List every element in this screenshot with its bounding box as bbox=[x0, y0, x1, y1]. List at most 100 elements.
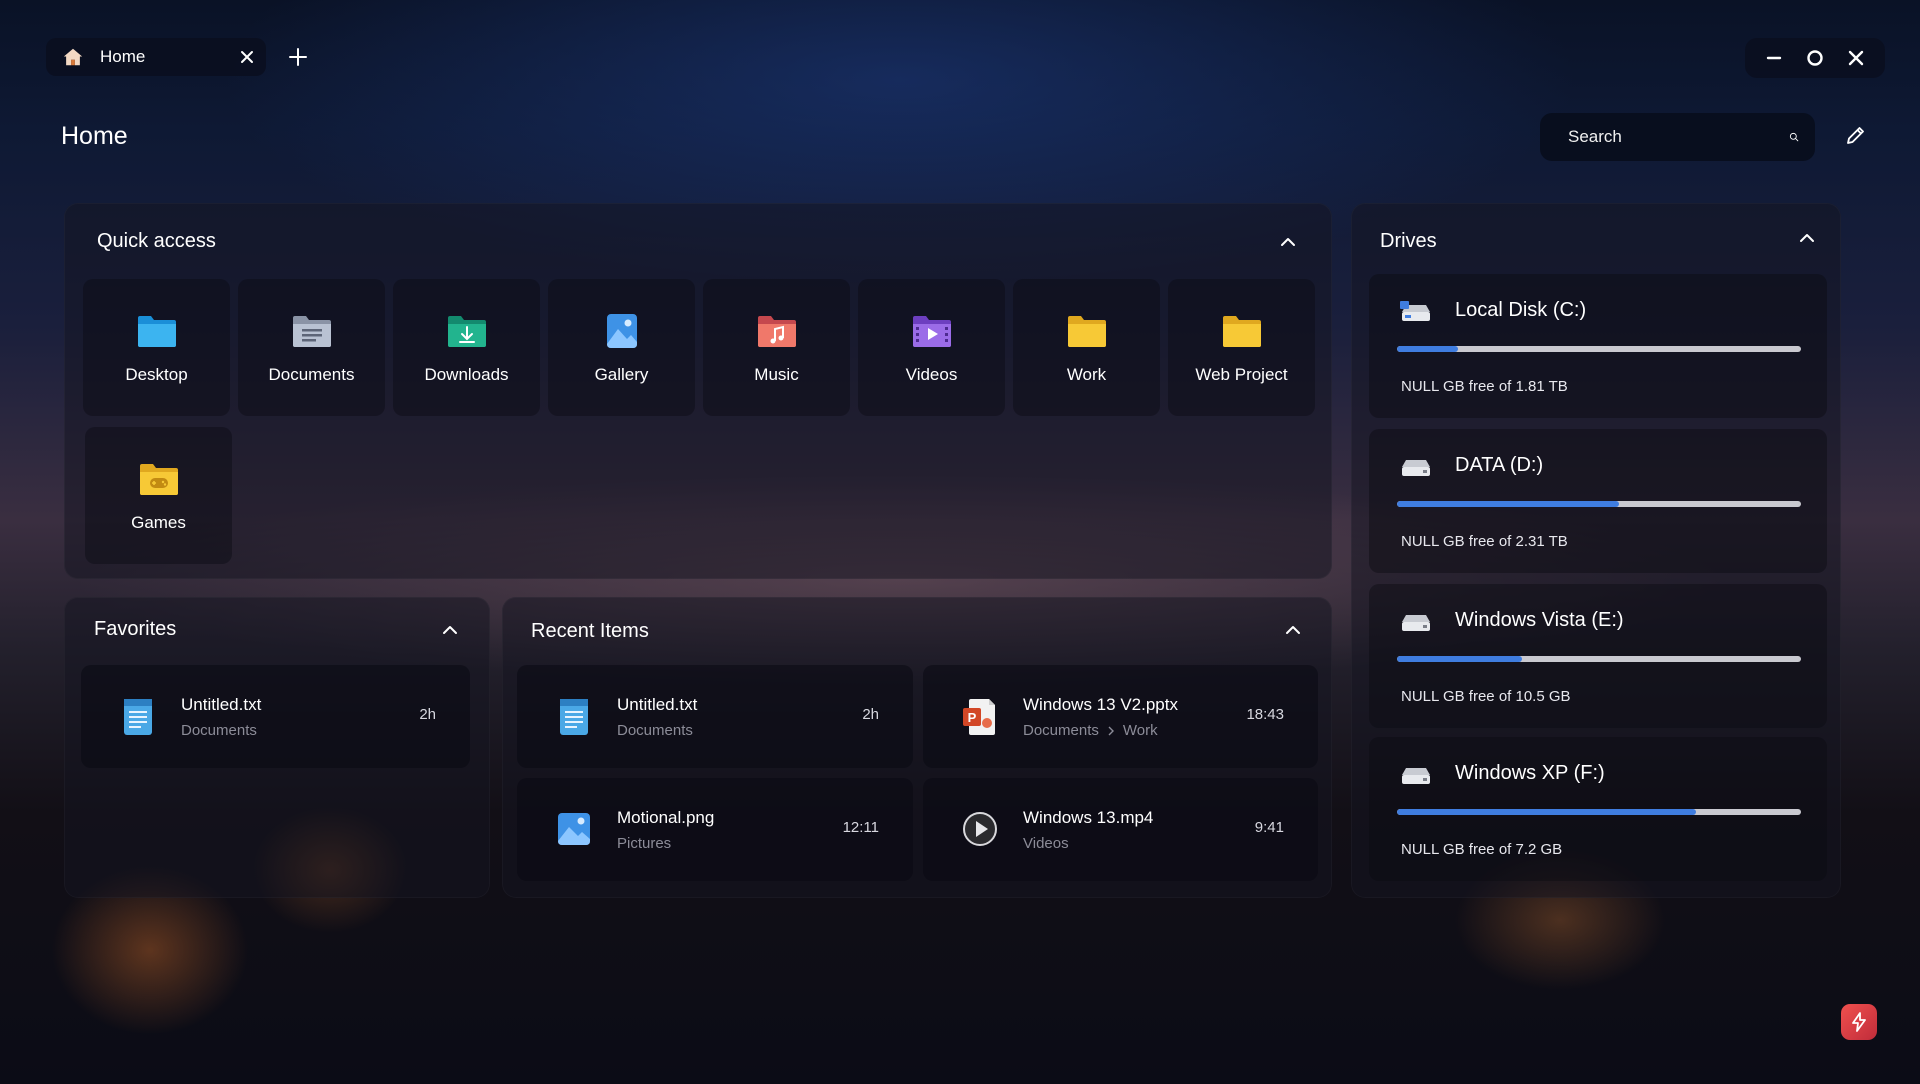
folder-icon bbox=[1067, 316, 1106, 347]
file-path: Documents Work bbox=[1023, 722, 1158, 739]
plus-icon[interactable] bbox=[288, 47, 308, 67]
path-segment: Work bbox=[1122, 722, 1158, 739]
drive-usage-bar bbox=[1397, 346, 1801, 352]
quick-access-games[interactable]: Games bbox=[85, 427, 232, 564]
search-box[interactable] bbox=[1540, 113, 1815, 161]
window-controls bbox=[1745, 38, 1885, 78]
quick-access-videos[interactable]: Videos bbox=[858, 279, 1005, 416]
quick-access-title: Quick access bbox=[97, 230, 216, 252]
search-icon[interactable] bbox=[1789, 126, 1799, 148]
favorite-item[interactable]: Untitled.txt Documents 2h bbox=[81, 665, 470, 768]
quick-access-label: Desktop bbox=[125, 365, 188, 384]
path-segment: Documents bbox=[1023, 722, 1099, 739]
notepad-icon bbox=[560, 699, 588, 735]
minimize-icon bbox=[1766, 56, 1781, 60]
drive-free-space: NULL GB free of 2.31 TB bbox=[1401, 533, 1568, 550]
drive-name: Local Disk (C:) bbox=[1455, 299, 1587, 321]
pencil-icon[interactable] bbox=[1844, 125, 1866, 147]
recent-item[interactable]: Windows 13.mp4 Videos 9:41 bbox=[923, 778, 1318, 881]
chevron-up-icon[interactable] bbox=[1279, 233, 1297, 251]
chevron-up-icon[interactable] bbox=[1798, 229, 1816, 247]
lightning-icon bbox=[1852, 1012, 1866, 1032]
drive-e[interactable]: Windows Vista (E:) NULL GB free of 10.5 … bbox=[1369, 584, 1827, 728]
quick-access-gallery[interactable]: Gallery bbox=[548, 279, 695, 416]
games-folder-icon bbox=[139, 464, 178, 495]
quick-access-panel: Quick access Desktop Documents Downloads… bbox=[64, 203, 1332, 579]
svg-text:P: P bbox=[968, 710, 977, 725]
page-title: Home bbox=[61, 122, 128, 150]
notepad-icon bbox=[124, 699, 152, 735]
quick-access-label: Gallery bbox=[594, 365, 649, 384]
chevron-up-icon[interactable] bbox=[1284, 621, 1302, 639]
search-input[interactable] bbox=[1568, 127, 1789, 147]
file-name: Windows 13.mp4 bbox=[1023, 808, 1154, 827]
recent-items-title: Recent Items bbox=[531, 620, 649, 642]
quick-access-label: Games bbox=[131, 513, 186, 532]
file-time: 2h bbox=[862, 706, 879, 723]
quick-access-web-project[interactable]: Web Project bbox=[1168, 279, 1315, 416]
system-drive-icon bbox=[1400, 301, 1430, 321]
drive-usage-fill bbox=[1397, 809, 1696, 815]
drive-usage-fill bbox=[1397, 346, 1458, 352]
drive-icon bbox=[1402, 615, 1430, 631]
drive-free-space: NULL GB free of 7.2 GB bbox=[1401, 841, 1563, 858]
drives-title: Drives bbox=[1380, 230, 1437, 252]
path-segment: Videos bbox=[1023, 835, 1069, 852]
drives-panel: Drives Local Disk (C:) NULL GB free of 1… bbox=[1351, 203, 1841, 898]
recent-item[interactable]: Motional.png Pictures 12:11 bbox=[517, 778, 913, 881]
drive-name: Windows Vista (E:) bbox=[1455, 609, 1624, 631]
quick-access-downloads[interactable]: Downloads bbox=[393, 279, 540, 416]
play-icon bbox=[963, 812, 997, 846]
close-icon bbox=[1849, 50, 1864, 66]
videos-folder-icon bbox=[912, 316, 951, 347]
path-segment: Documents bbox=[617, 722, 693, 739]
recent-item[interactable]: Untitled.txt Documents 2h bbox=[517, 665, 913, 768]
drive-usage-fill bbox=[1397, 656, 1523, 662]
file-name: Windows 13 V2.pptx bbox=[1023, 695, 1178, 714]
favorites-panel: Favorites Untitled.txt Documents 2h bbox=[64, 597, 490, 898]
file-path: Documents bbox=[181, 722, 257, 739]
drive-usage-fill bbox=[1397, 501, 1620, 507]
file-time: 12:11 bbox=[842, 819, 879, 836]
recent-item[interactable]: P Windows 13 V2.pptx Documents Work 18:4… bbox=[923, 665, 1318, 768]
maximize-icon bbox=[1807, 50, 1823, 66]
drive-f[interactable]: Windows XP (F:) NULL GB free of 7.2 GB bbox=[1369, 737, 1827, 881]
drive-name: DATA (D:) bbox=[1455, 454, 1544, 476]
home-icon bbox=[63, 48, 83, 66]
file-name: Untitled.txt bbox=[617, 695, 698, 714]
quick-action-button[interactable] bbox=[1841, 1004, 1877, 1040]
folder-icon bbox=[1222, 316, 1261, 347]
file-path: Documents bbox=[617, 722, 693, 739]
quick-access-documents[interactable]: Documents bbox=[238, 279, 385, 416]
close-tab-icon[interactable] bbox=[240, 50, 254, 64]
quick-access-label: Work bbox=[1066, 365, 1107, 384]
drive-d[interactable]: DATA (D:) NULL GB free of 2.31 TB bbox=[1369, 429, 1827, 573]
path-segment: Pictures bbox=[617, 835, 672, 852]
quick-access-label: Videos bbox=[905, 365, 958, 384]
drive-c[interactable]: Local Disk (C:) NULL GB free of 1.81 TB bbox=[1369, 274, 1827, 418]
quick-access-music[interactable]: Music bbox=[703, 279, 850, 416]
favorites-title: Favorites bbox=[94, 618, 177, 640]
quick-access-work[interactable]: Work bbox=[1013, 279, 1160, 416]
minimize-button[interactable] bbox=[1764, 48, 1784, 68]
close-window-button[interactable] bbox=[1846, 48, 1866, 68]
quick-access-label: Web Project bbox=[1195, 365, 1288, 384]
drive-free-space: NULL GB free of 10.5 GB bbox=[1401, 688, 1571, 705]
file-explorer-window: Home Home Quick access bbox=[0, 0, 1920, 1084]
drive-name: Windows XP (F:) bbox=[1455, 762, 1605, 784]
quick-access-label: Downloads bbox=[424, 365, 509, 384]
gallery-icon bbox=[606, 314, 637, 348]
image-icon bbox=[558, 813, 590, 845]
file-path: Videos bbox=[1023, 835, 1069, 852]
quick-access-label: Documents bbox=[268, 365, 355, 384]
drive-usage-bar bbox=[1397, 656, 1801, 662]
maximize-button[interactable] bbox=[1805, 48, 1825, 68]
drive-usage-bar bbox=[1397, 809, 1801, 815]
tab-home[interactable]: Home bbox=[46, 38, 266, 76]
file-name: Untitled.txt bbox=[181, 695, 262, 714]
drive-usage-bar bbox=[1397, 501, 1801, 507]
chevron-up-icon[interactable] bbox=[441, 621, 459, 639]
quick-access-desktop[interactable]: Desktop bbox=[83, 279, 230, 416]
desktop-folder-icon bbox=[137, 316, 176, 347]
drive-free-space: NULL GB free of 1.81 TB bbox=[1401, 378, 1568, 395]
